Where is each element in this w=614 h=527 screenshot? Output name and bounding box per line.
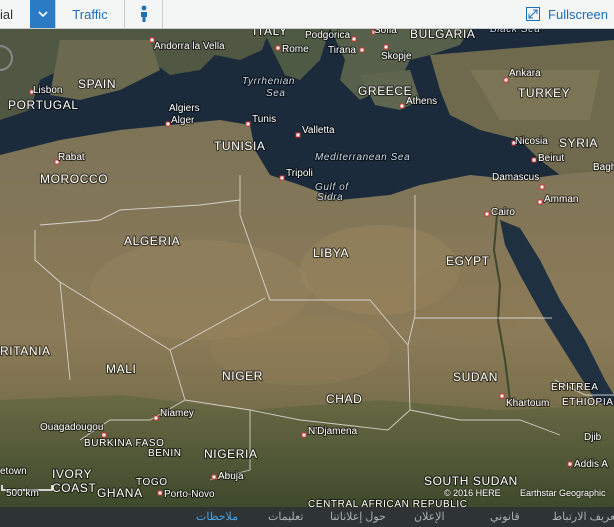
traffic-button[interactable]: Traffic — [56, 0, 125, 28]
country-label: CENTRAL AFRICAN REPUBLIC — [308, 499, 468, 507]
map-toolbar: ial Traffic Fullscreen — [0, 0, 614, 29]
city-label: Rome — [282, 44, 309, 55]
city-label: Nicosia — [515, 136, 548, 147]
footer-link-about-ads[interactable]: حول إعلاناتنا — [330, 510, 386, 523]
country-label: SYRIA — [559, 136, 598, 150]
country-label: BULGARIA — [410, 27, 476, 41]
city-label: Ouagadougou — [40, 422, 103, 433]
country-label: LIBYA — [313, 246, 349, 260]
city-label: Rabat — [58, 152, 85, 163]
city-label: Lisbon — [33, 85, 62, 96]
city-label: Tirana — [328, 45, 356, 56]
city-label: N'Djamena — [308, 426, 358, 437]
city-label: etown — [0, 466, 27, 477]
footer-link-feedback[interactable]: ملاحظات — [196, 510, 238, 523]
city-label: Alger — [171, 115, 195, 126]
country-label: BENIN — [148, 448, 182, 459]
map-view-selector[interactable]: ial — [0, 0, 30, 28]
map-copyright-imagery: Earthstar Geographic — [520, 488, 606, 498]
country-label: RITANIA — [0, 344, 51, 358]
country-label: GHANA — [97, 486, 143, 500]
city-label: Algiers — [169, 103, 200, 114]
city-label: Podgorica — [305, 30, 350, 41]
country-label: PORTUGAL — [8, 98, 79, 112]
city-label: Andorra la Vella — [154, 41, 225, 52]
city-label: Abuja — [218, 471, 244, 482]
country-label: SUDAN — [453, 370, 498, 384]
sea-label: Sea — [266, 88, 286, 99]
fullscreen-label: Fullscreen — [548, 6, 608, 22]
country-label: ETHIOPIA — [562, 397, 613, 408]
footer-link-help[interactable]: تعليمات — [268, 510, 303, 523]
person-icon — [140, 5, 147, 22]
page-footer: تعريف الارتباط قانوني الإعلان حول إعلانا… — [0, 507, 614, 527]
expand-icon — [526, 7, 541, 21]
country-label: CHAD — [326, 392, 362, 406]
footer-link-cookies[interactable]: تعريف الارتباط — [552, 510, 614, 523]
sea-label: Mediterranean Sea — [315, 152, 410, 163]
svg-text:500 km: 500 km — [6, 488, 39, 499]
country-label: EGYPT — [446, 254, 490, 268]
country-label: NIGERIA — [204, 447, 258, 461]
city-label: Tripoli — [286, 168, 313, 179]
country-label: TUNISIA — [214, 139, 266, 153]
footer-link-legal[interactable]: قانوني — [490, 510, 520, 523]
country-label: TOGO — [136, 477, 168, 488]
country-label: IVORY — [52, 467, 92, 481]
city-label: Ankara — [509, 68, 541, 79]
country-label: SPAIN — [78, 77, 116, 91]
map-copyright: © 2016 HERE — [444, 488, 501, 498]
country-label: ERITREA — [551, 382, 599, 393]
city-label: Beirut — [538, 153, 564, 164]
city-label: Athens — [406, 96, 437, 107]
country-label: MALI — [106, 362, 136, 376]
city-label: Amman — [544, 194, 578, 205]
city-label: Damascus — [492, 172, 539, 183]
country-label: NIGER — [222, 369, 263, 383]
city-label: Djib — [584, 432, 602, 443]
sea-label: Sidra — [317, 192, 343, 203]
city-label: Valletta — [302, 125, 335, 136]
city-label: Porto-Novo — [164, 489, 215, 500]
city-label: Niamey — [160, 408, 194, 419]
city-label: Bagh — [593, 162, 614, 173]
view-dropdown-button[interactable] — [30, 0, 56, 28]
city-label: Skopje — [381, 51, 412, 62]
city-label: Cairo — [491, 207, 515, 218]
chevron-down-icon — [37, 11, 48, 17]
country-label: TURKEY — [518, 86, 570, 100]
fullscreen-button[interactable]: Fullscreen — [498, 0, 608, 28]
country-label: SOUTH SUDAN — [424, 474, 518, 488]
city-label: Tunis — [252, 114, 276, 125]
city-label: Addis A — [574, 459, 608, 470]
country-label: MOROCCO — [40, 172, 108, 186]
city-label: Khartoum — [506, 398, 549, 409]
streetside-button[interactable] — [125, 0, 163, 28]
country-label: ALGERIA — [124, 234, 180, 248]
country-label: GREECE — [358, 84, 412, 98]
satellite-map[interactable]: SPAIN PORTUGAL ITALY BULGARIA TURKEY GRE… — [0, 0, 614, 507]
footer-link-advertise[interactable]: الإعلان — [414, 510, 445, 523]
sea-label: Tyrrhenian — [242, 76, 295, 87]
country-label: COAST — [52, 481, 96, 495]
